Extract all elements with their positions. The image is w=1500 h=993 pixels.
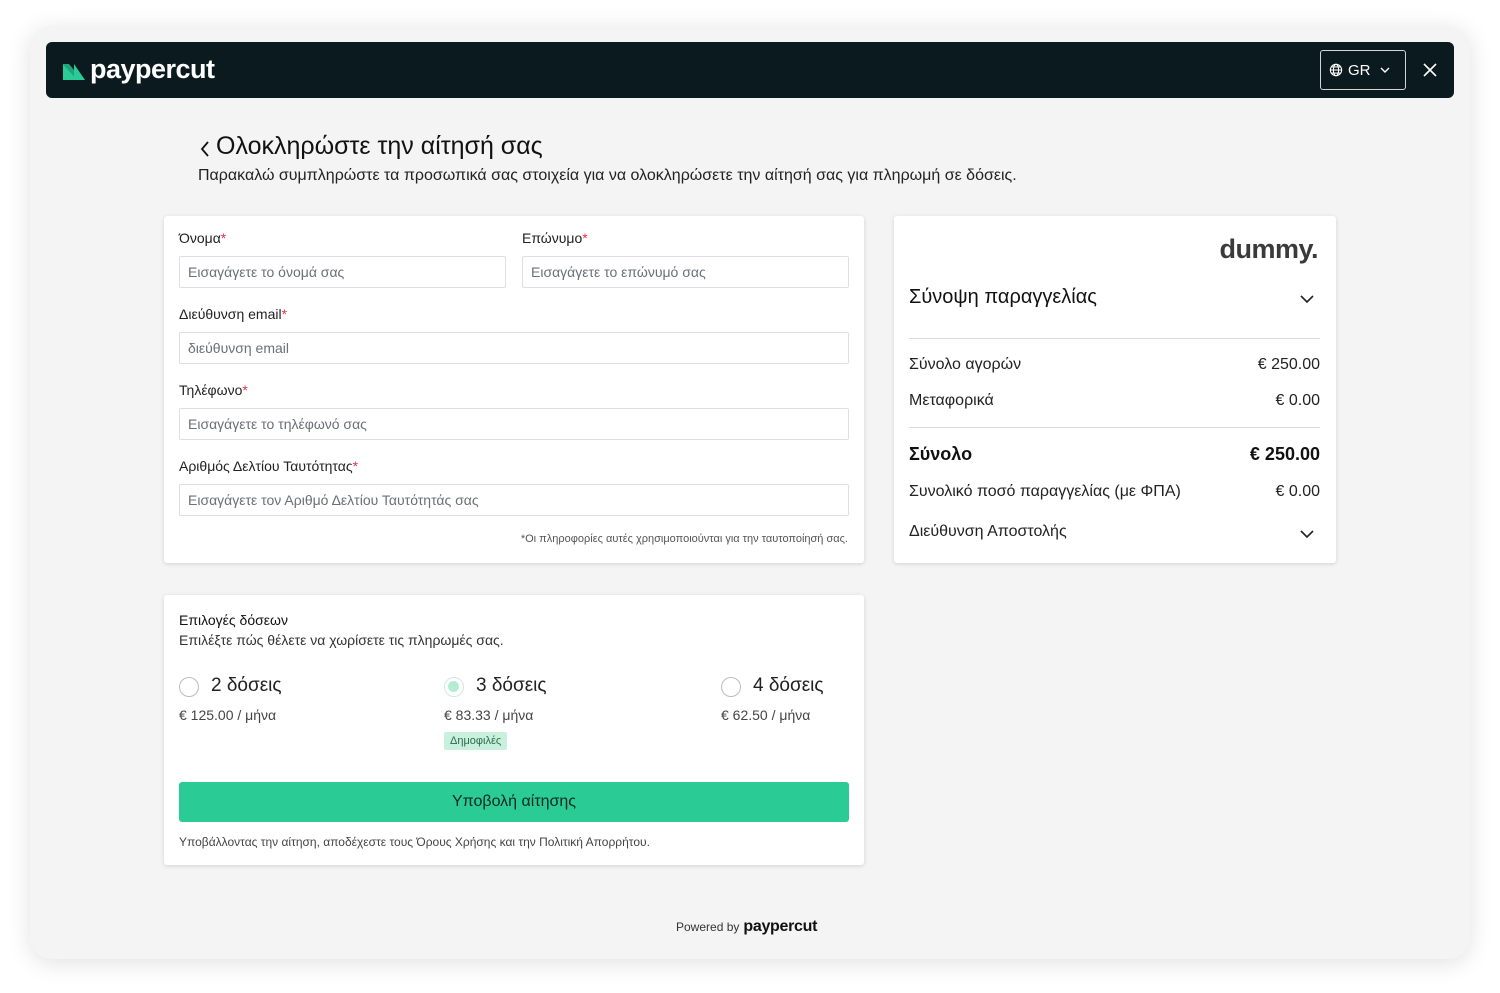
identification-note: *Οι πληροφορίες αυτές χρησιμοποιούνται γ…: [520, 533, 848, 545]
page-title: Ολοκληρώστε την αίτησή σας: [216, 132, 543, 160]
chevron-down-icon: [1380, 67, 1389, 73]
globe-icon: [1329, 63, 1343, 77]
first-name-label: Όνομα*: [179, 230, 227, 246]
order-summary-title: Σύνοψη παραγγελίας: [909, 286, 1097, 308]
chevron-down-icon[interactable]: [1298, 527, 1316, 541]
shipping-label: Μεταφορικά: [909, 392, 994, 409]
shipping-value: € 0.00: [1275, 392, 1320, 409]
language-selector[interactable]: GR: [1320, 50, 1406, 90]
email-input[interactable]: [179, 332, 849, 364]
popular-badge: Δημοφιλές: [444, 732, 508, 750]
summary-divider: [909, 338, 1320, 339]
option-price: € 62.50 / μήνα: [721, 707, 811, 723]
phone-label: Τηλέφωνο*: [179, 382, 248, 398]
powered-by-label: Powered by: [676, 920, 740, 934]
id-number-input[interactable]: [179, 484, 849, 516]
option-price: € 83.33 / μήνα: [444, 707, 534, 723]
radio-button-selected[interactable]: [444, 677, 464, 697]
order-summary-card: dummy. Σύνοψη παραγγελίας Σύνολο αγορών …: [894, 216, 1336, 563]
option-name: 2 δόσεις: [211, 675, 282, 696]
option-name: 4 δόσεις: [753, 675, 824, 696]
option-price: € 125.00 / μήνα: [179, 707, 277, 723]
first-name-input[interactable]: [179, 256, 506, 288]
installments-title: Επιλογές δόσεων: [179, 612, 288, 628]
powered-by-brand[interactable]: paypercut: [743, 918, 817, 936]
radio-button[interactable]: [721, 677, 741, 697]
app-window: paypercut GR Ολοκληρώστε την αίτησή σας: [30, 26, 1470, 959]
terms-text: Υποβάλλοντας την αίτηση, αποδέχεστε τους…: [179, 835, 650, 849]
installment-options-card: Επιλογές δόσεων Επιλέξτε πώς θέλετε να χ…: [164, 595, 864, 865]
back-chevron-icon[interactable]: [198, 138, 212, 160]
option-name: 3 δόσεις: [476, 675, 547, 696]
shipping-address-label[interactable]: Διεύθυνση Αποστολής: [909, 523, 1067, 541]
submit-application-button[interactable]: Υποβολή αίτησης: [179, 782, 849, 822]
logo-text: paypercut: [90, 54, 215, 84]
last-name-label: Επώνυμο*: [522, 230, 588, 246]
page-subtitle: Παρακαλώ συμπληρώστε τα προσωπικά σας στ…: [198, 167, 1017, 184]
merchant-logo: dummy.: [1219, 234, 1318, 264]
chevron-down-icon[interactable]: [1298, 292, 1316, 306]
purchases-value: € 250.00: [1257, 356, 1320, 373]
total-value: € 250.00: [1249, 444, 1320, 464]
close-icon[interactable]: [1420, 60, 1440, 80]
paypercut-logo-mark-icon: [63, 63, 85, 80]
total-divider: [909, 427, 1320, 428]
personal-details-card: Όνομα* Επώνυμο* Διεύθυνση email* Τηλέφων…: [164, 216, 864, 563]
vat-total-label: Συνολικό ποσό παραγγελίας (με ΦΠΑ): [909, 483, 1181, 500]
total-label: Σύνολο: [909, 444, 973, 464]
top-bar: paypercut GR: [46, 42, 1454, 98]
last-name-input[interactable]: [522, 256, 849, 288]
language-label: GR: [1348, 61, 1371, 79]
email-label: Διεύθυνση email*: [179, 306, 288, 322]
purchases-label: Σύνολο αγορών: [909, 356, 1022, 373]
vat-total-value: € 0.00: [1275, 483, 1320, 500]
paypercut-logo: paypercut: [62, 54, 215, 85]
powered-by: Powered by paypercut: [676, 918, 817, 936]
id-number-label: Αριθμός Δελτίου Ταυτότητας*: [179, 458, 359, 474]
phone-input[interactable]: [179, 408, 849, 440]
installments-subtitle: Επιλέξτε πώς θέλετε να χωρίσετε τις πληρ…: [179, 632, 504, 648]
radio-button[interactable]: [179, 677, 199, 697]
